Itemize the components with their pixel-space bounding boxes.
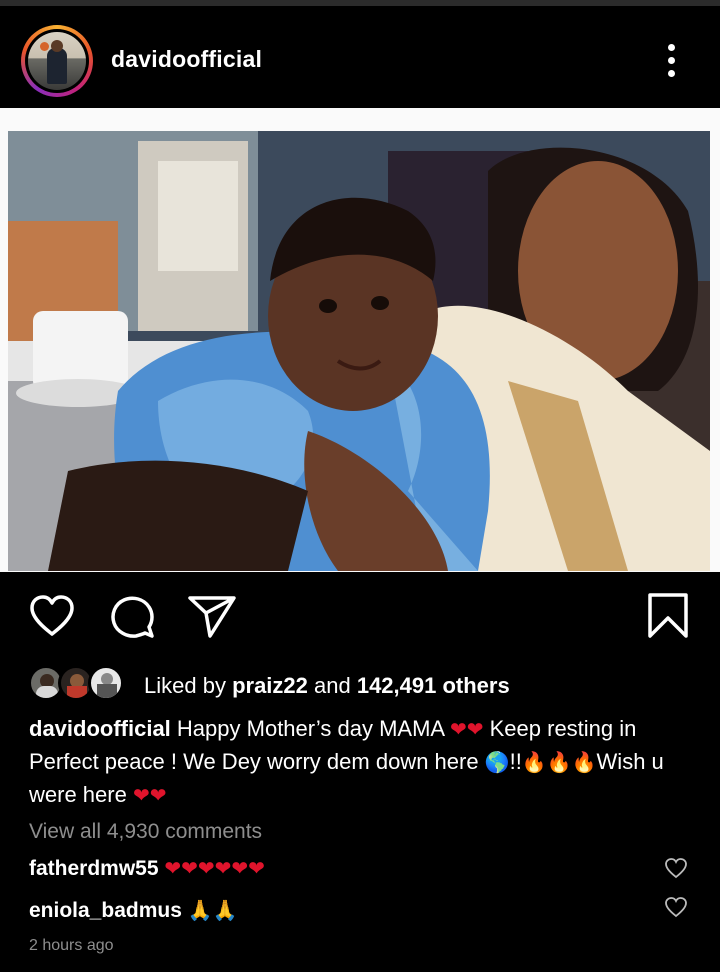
heart-emoji: ❤❤ <box>132 785 167 807</box>
post-actions <box>0 590 720 642</box>
avatar[interactable] <box>28 32 86 90</box>
fire-emoji: 🔥🔥🔥 <box>521 752 597 774</box>
paper-plane-icon[interactable] <box>186 592 238 640</box>
comment-username[interactable]: fatherdmw55 <box>29 857 159 880</box>
globe-emoji: 🌎 <box>484 752 510 774</box>
comment-row: fatherdmw55 ❤❤❤❤❤❤ <box>29 856 265 881</box>
heart-emoji: ❤❤ <box>450 719 484 741</box>
more-vertical-icon[interactable] <box>660 42 684 78</box>
comment-row: eniola_badmus 🙏🙏 <box>29 898 238 923</box>
post-timestamp: 2 hours ago <box>29 937 114 954</box>
likes-count[interactable]: 142,491 others <box>357 673 510 698</box>
post-photo <box>8 131 710 571</box>
story-ring[interactable] <box>21 25 93 97</box>
post-image-frame <box>0 108 720 572</box>
comment-emoji: ❤❤❤❤❤❤ <box>164 858 265 880</box>
speech-bubble-icon[interactable] <box>108 594 156 640</box>
post-username[interactable]: davidoofficial <box>111 46 262 73</box>
comment-heart-icon[interactable] <box>664 896 688 918</box>
likes-row[interactable]: Liked by praiz22 and 142,491 others <box>0 665 720 705</box>
view-all-comments-link[interactable]: View all 4,930 comments <box>29 820 262 844</box>
heart-outline-icon[interactable] <box>28 594 76 638</box>
comment-heart-icon[interactable] <box>664 857 688 879</box>
comment-username[interactable]: eniola_badmus <box>29 899 182 922</box>
likes-text: Liked by praiz22 and 142,491 others <box>144 673 510 698</box>
post-caption: davidoofficial Happy Mother’s day MAMA ❤… <box>29 716 664 807</box>
liker-avatar <box>88 665 124 701</box>
caption-username[interactable]: davidoofficial <box>29 716 171 741</box>
post-header: davidoofficial <box>0 6 720 108</box>
bookmark-icon[interactable] <box>646 592 690 640</box>
liked-by-user[interactable]: praiz22 <box>232 673 308 698</box>
post-image[interactable] <box>8 131 710 571</box>
comment-emoji: 🙏🙏 <box>187 900 238 922</box>
